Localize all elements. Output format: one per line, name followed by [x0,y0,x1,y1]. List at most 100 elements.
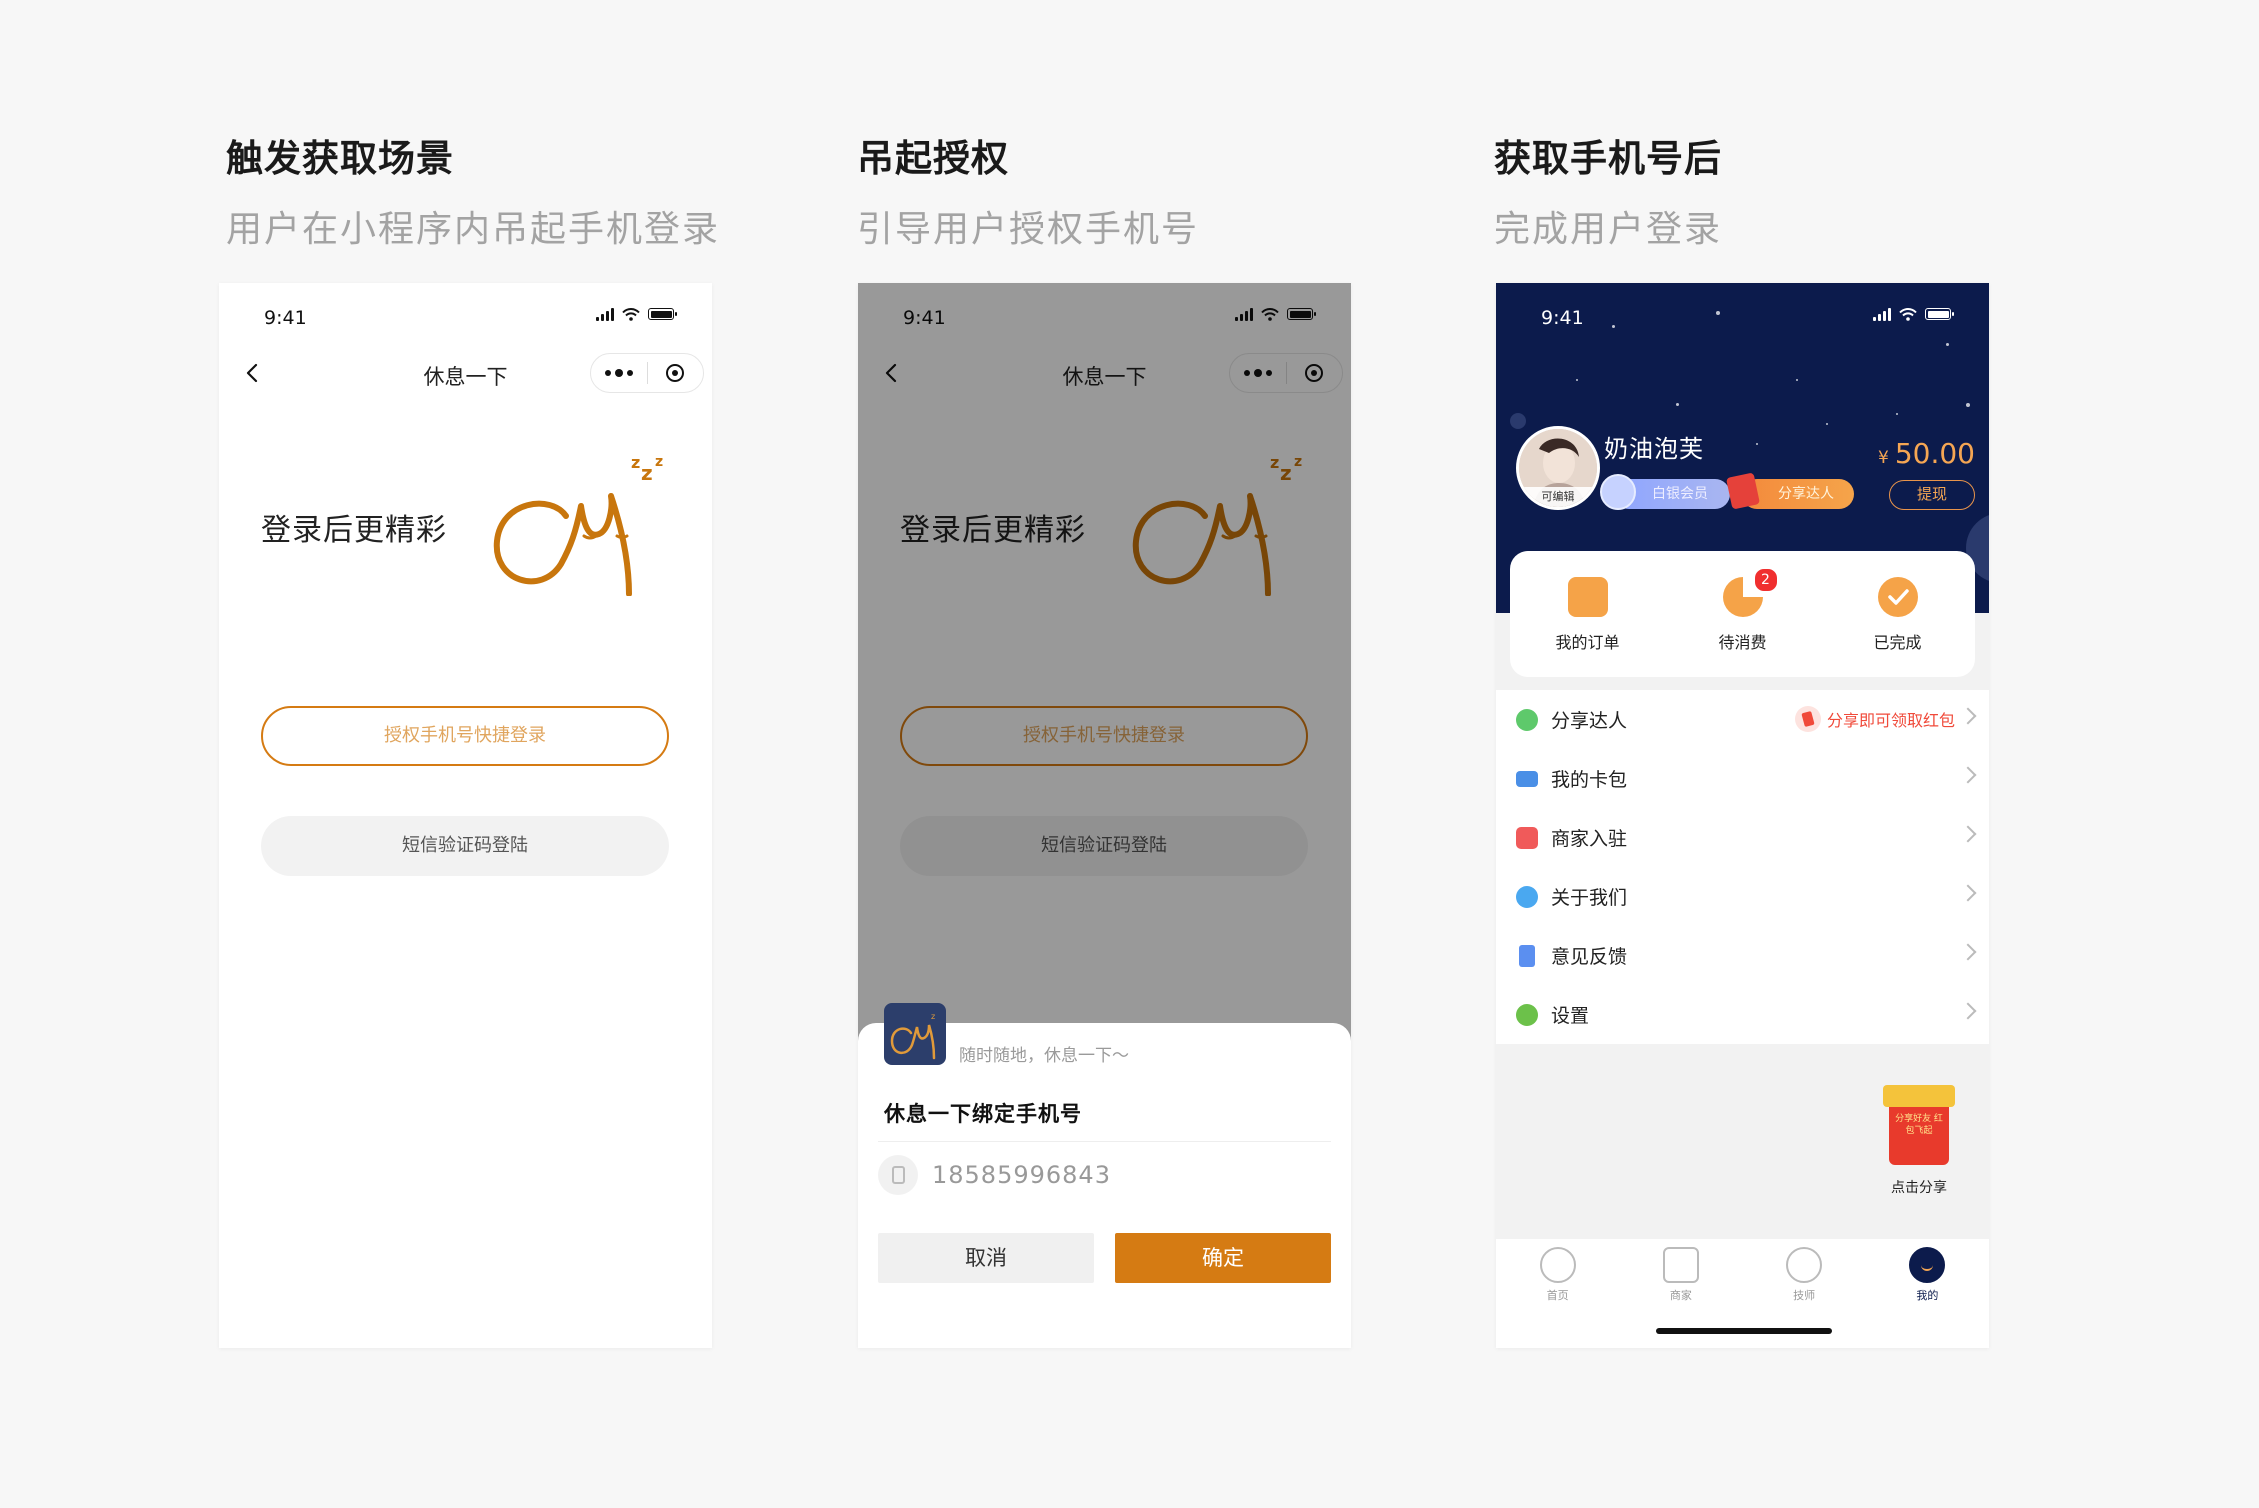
menu-item-label: 分享达人 [1551,710,1628,732]
technician-icon [1786,1247,1823,1283]
battery-icon [648,308,677,320]
orders-completed[interactable]: 已完成 [1838,577,1958,653]
tab-technician[interactable]: 技师 [1764,1247,1844,1303]
menu-item-label: 我的卡包 [1551,769,1628,791]
phone-icon [878,1155,918,1195]
svg-text:z: z [631,453,640,472]
signal-icon [596,307,614,321]
settings-icon [1516,1003,1538,1026]
svg-text:z: z [641,461,653,485]
divider [878,1141,1331,1142]
phone-screen-profile: 9:41 可编辑 奶油泡芙 白银会员 分享达人 ¥50.00 提现 我的订单 2… [1496,283,1989,1348]
column-2-heading: 吊起授权 引导用户授权手机号 [857,128,1199,252]
menu-item-about-us[interactable]: 关于我们 [1496,867,1989,926]
menu-item-card-wallet[interactable]: 我的卡包 [1496,749,1989,808]
app-description: 随时随地，休息一下～ [959,1046,1129,1066]
column-1-heading: 触发获取场景 用户在小程序内吊起手机登录 [226,128,720,252]
pending-count-badge: 2 [1752,567,1779,593]
signal-icon [1873,307,1891,321]
card-icon [1516,770,1538,787]
phone-quick-login-button[interactable]: 授权手机号快捷登录 [261,706,669,766]
home-moon-icon [1539,1247,1576,1283]
status-bar: 9:41 [1496,283,1989,345]
menu-item-merchant-join[interactable]: 商家入驻 [1496,808,1989,867]
sms-login-button[interactable]: 短信验证码登陆 [261,816,669,876]
nav-bar: 休息一下 [219,345,712,401]
status-time: 9:41 [264,307,307,329]
tab-bar: 首页 商家 技师 我的 [1496,1239,1989,1348]
more-icon[interactable] [591,368,647,377]
svg-text:z: z [931,1012,935,1021]
tab-merchant[interactable]: 商家 [1641,1247,1721,1303]
tab-label: 首页 [1546,1289,1569,1302]
tab-home[interactable]: 首页 [1518,1247,1598,1303]
profile-menu: 分享达人 分享即可领取红包 我的卡包 商家入驻 关于我们 意见反馈 设置 [1496,690,1989,1044]
gift-text: 分享好友 红包飞起 [1895,1114,1943,1136]
tab-label: 我的 [1916,1289,1939,1302]
done-icon [1877,577,1918,617]
feedback-icon [1519,944,1535,967]
column-subtitle: 完成用户登录 [1494,209,1723,250]
phone-screen-authorize: 9:41 休息一下 登录后更精彩 z z z 授权手机号快捷登录 短信验证码登陆… [858,283,1351,1348]
store-icon [1516,826,1538,849]
chevron-right-icon [1959,707,1977,725]
status-time: 9:41 [1541,307,1584,329]
chevron-right-icon [1959,1002,1977,1020]
currency-symbol: ¥ [1878,448,1889,468]
orders-my-orders[interactable]: 我的订单 [1528,577,1648,653]
order-label: 我的订单 [1555,633,1620,652]
menu-item-settings[interactable]: 设置 [1496,985,1989,1044]
avatar-edit-tag: 可编辑 [1519,487,1597,507]
confirm-button[interactable]: 确定 [1115,1233,1331,1283]
app-icon: z [884,1003,946,1065]
username: 奶油泡芙 [1604,435,1704,463]
wifi-icon [622,307,640,321]
chevron-right-icon [1959,943,1977,961]
red-envelope-icon [1794,706,1821,732]
close-miniprogram-icon[interactable] [648,364,704,382]
share-icon [1516,708,1538,731]
miniprogram-capsule [590,353,704,393]
withdraw-button[interactable]: 提现 [1889,480,1975,510]
tab-profile[interactable]: 我的 [1887,1247,1967,1303]
menu-item-share-expert[interactable]: 分享达人 分享即可领取红包 [1496,690,1989,749]
menu-item-label: 关于我们 [1551,887,1628,909]
battery-icon [1925,308,1954,320]
info-icon [1516,885,1538,908]
cancel-button[interactable]: 取消 [878,1233,1094,1283]
phone-number-option[interactable]: 18585996843 [878,1155,1111,1195]
avatar[interactable]: 可编辑 [1516,426,1600,510]
column-subtitle: 引导用户授权手机号 [857,209,1200,250]
phone-number: 18585996843 [932,1161,1111,1189]
share-gift-button[interactable]: 分享好友 红包飞起 点击分享 [1869,1065,1969,1197]
profile-icon [1909,1247,1946,1283]
menu-item-feedback[interactable]: 意见反馈 [1496,926,1989,985]
order-label: 已完成 [1873,633,1922,652]
balance: ¥50.00 [1878,437,1975,470]
share-promo: 分享即可领取红包 [1794,706,1955,732]
tab-label: 商家 [1669,1289,1692,1302]
bind-phone-sheet: z 随时随地，休息一下～ 休息一下绑定手机号 18585996843 取消 确定 [858,1003,1351,1348]
gift-box-icon: 分享好友 红包飞起 [1873,1065,1965,1173]
hero-text: 登录后更精彩 [261,513,447,548]
share-expert-badge: 分享达人 [1742,479,1854,509]
column-title: 获取手机号后 [1494,137,1722,180]
chevron-right-icon [1959,766,1977,784]
status-bar: 9:41 [219,283,712,345]
column-subtitle: 用户在小程序内吊起手机登录 [226,209,721,250]
order-card: 我的订单 2 待消费 已完成 [1510,551,1975,677]
orders-pending[interactable]: 2 待消费 [1683,567,1803,653]
order-icon [1567,577,1608,617]
medal-icon [1600,474,1636,510]
home-indicator [1656,1328,1832,1334]
wifi-icon [1899,307,1917,321]
order-label: 待消费 [1718,633,1767,652]
shop-icon [1662,1247,1699,1283]
menu-item-label: 商家入驻 [1551,828,1628,850]
chevron-right-icon [1959,825,1977,843]
menu-item-label: 设置 [1551,1005,1590,1027]
column-title: 触发获取场景 [226,137,454,180]
sleeping-cat-logo: z z z [493,453,663,596]
column-3-heading: 获取手机号后 完成用户登录 [1494,128,1722,252]
column-title: 吊起授权 [857,137,1009,180]
